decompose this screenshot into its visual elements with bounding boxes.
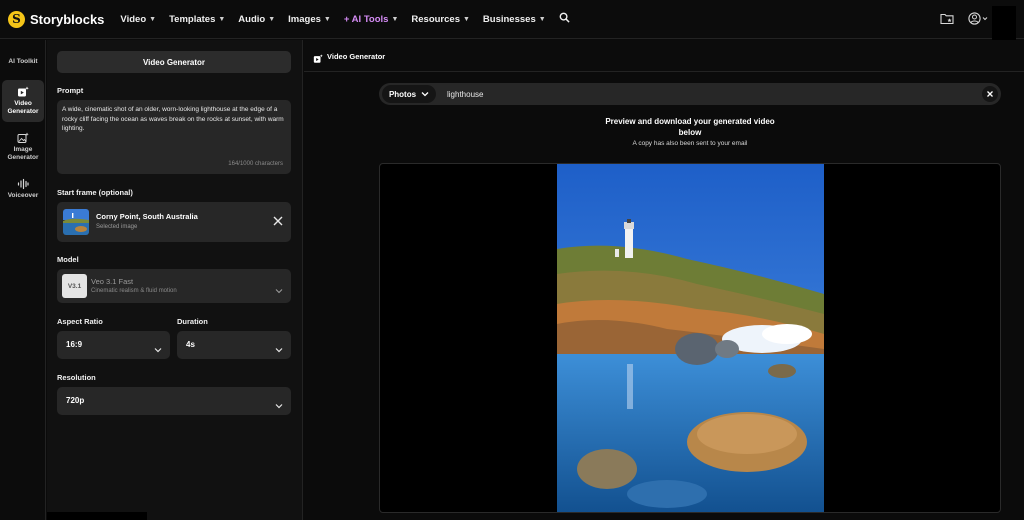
resolution-select[interactable]: 720p	[57, 387, 291, 415]
nav-label: + AI Tools	[343, 13, 389, 25]
page-title: Video Generator	[327, 52, 386, 61]
source-label: Photos	[388, 89, 417, 99]
search-input[interactable]	[447, 88, 927, 100]
chevron-down-icon: ▼	[268, 15, 276, 23]
chevron-down-icon: ▼	[149, 15, 157, 23]
close-icon[interactable]	[271, 214, 285, 228]
chevron-down-icon: ▼	[218, 15, 226, 23]
nav-right-tools	[926, 12, 988, 25]
nav-item-audio[interactable]: Audio ▼	[238, 14, 275, 25]
nav-item-resources[interactable]: Resources ▼	[411, 14, 470, 25]
model-badge: V3.1	[62, 274, 87, 298]
bottom-bar	[47, 512, 147, 520]
video-preview[interactable]	[379, 163, 1001, 513]
aspect-ratio-select[interactable]: 16:9	[57, 331, 170, 359]
chevron-down-icon	[421, 90, 429, 98]
chevron-down-icon: ▼	[538, 15, 546, 23]
close-icon	[987, 91, 993, 97]
lighthouse-preview-image	[557, 164, 824, 512]
clear-search-button[interactable]	[982, 86, 998, 102]
start-frame-title: Corny Point, South Australia	[96, 212, 198, 221]
chevron-down-icon: ▼	[323, 15, 331, 23]
start-frame-thumbnail	[63, 209, 89, 235]
rail-label: Video Generator	[7, 100, 39, 115]
brand-logo[interactable]: S Storyblocks	[8, 10, 105, 28]
user-icon[interactable]	[968, 12, 988, 25]
nav-label: Audio	[238, 13, 266, 25]
rail-item-video-generator[interactable]: Video Generator	[2, 80, 44, 122]
model-select[interactable]: V3.1 Veo 3.1 Fast Cinematic realism & fl…	[57, 269, 291, 303]
rail-label: AI Toolkit	[8, 58, 38, 65]
video-generator-button[interactable]: Video Generator	[57, 51, 291, 73]
nav-item-ai-tools[interactable]: + AI Tools ▼	[344, 14, 399, 25]
nav-menu: Video ▼ Templates ▼ Audio ▼ Images ▼ + AI To…	[120, 12, 572, 26]
chevron-down-icon	[275, 341, 283, 353]
rail-item-ai-toolkit[interactable]: AI Toolkit	[2, 52, 44, 72]
video-sparkle-icon	[17, 86, 29, 98]
resolution-value: 720p	[66, 396, 85, 405]
source-dropdown-button[interactable]: Photos	[382, 85, 436, 103]
nav-label: Video	[120, 13, 147, 25]
nav-item-images[interactable]: Images ▼	[288, 14, 331, 25]
nav-label: Businesses	[482, 13, 536, 25]
chevron-down-icon	[275, 397, 283, 409]
duration-label: Duration	[177, 317, 208, 326]
start-frame-card[interactable]: Corny Point, South Australia Selected im…	[57, 202, 291, 242]
chevron-down-icon	[154, 341, 162, 353]
start-frame-label: Start frame (optional)	[57, 188, 133, 197]
rail-item-image-generator[interactable]: Image Generator	[2, 126, 44, 168]
search-icon[interactable]	[559, 12, 573, 26]
folder-star-icon[interactable]	[940, 12, 954, 25]
rail-label: Image Generator	[7, 146, 39, 161]
prompt-textarea[interactable]: A wide, cinematic shot of an older, worn…	[57, 100, 291, 174]
brand-mark-icon: S	[8, 10, 25, 28]
rail-label: Voiceover	[7, 192, 39, 199]
top-navigation: S Storyblocks Video ▼ Templates ▼ Audio ▼ I…	[0, 0, 1024, 48]
generator-panel: Video Generator Prompt A wide, cinematic…	[47, 40, 303, 520]
aspect-ratio-value: 16:9	[66, 340, 83, 349]
waveform-icon	[17, 178, 29, 190]
nav-item-businesses[interactable]: Businesses ▼	[483, 14, 546, 25]
duration-value: 4s	[186, 340, 195, 349]
duration-select[interactable]: 4s	[177, 331, 291, 359]
media-search-bar: Photos	[379, 83, 1001, 105]
nav-item-video[interactable]: Video ▼	[120, 14, 156, 25]
chevron-down-icon: ▼	[462, 15, 470, 23]
char-count: 164/1000 characters	[228, 160, 283, 167]
model-label: Model	[57, 255, 79, 264]
start-frame-subtitle: Selected image	[96, 224, 138, 230]
model-name: Veo 3.1 Fast	[91, 277, 134, 286]
nav-item-templates[interactable]: Templates ▼	[169, 14, 225, 25]
preview-subtext: A copy has also been sent to your email	[632, 140, 748, 147]
main-header: Video Generator	[304, 40, 1024, 72]
model-description: Cinematic realism & fluid motion	[91, 288, 177, 294]
nav-label: Templates	[169, 13, 216, 25]
chevron-down-icon: ▼	[391, 15, 399, 23]
nav-label: Resources	[411, 13, 460, 25]
left-rail: AI Toolkit Video Generator Image Generat…	[0, 40, 46, 520]
nav-label: Images	[288, 13, 321, 25]
resolution-label: Resolution	[57, 373, 96, 382]
prompt-label: Prompt	[57, 86, 84, 95]
aspect-ratio-label: Aspect Ratio	[57, 317, 103, 326]
image-sparkle-icon	[17, 132, 29, 144]
video-sparkle-icon	[313, 51, 323, 63]
preview-heading: Preview and download your generated vide…	[605, 117, 775, 137]
chevron-down-icon	[275, 282, 283, 294]
prompt-text: A wide, cinematic shot of an older, worn…	[62, 106, 284, 132]
rail-item-voiceover[interactable]: Voiceover	[2, 172, 44, 206]
brand-name: Storyblocks	[30, 11, 105, 27]
